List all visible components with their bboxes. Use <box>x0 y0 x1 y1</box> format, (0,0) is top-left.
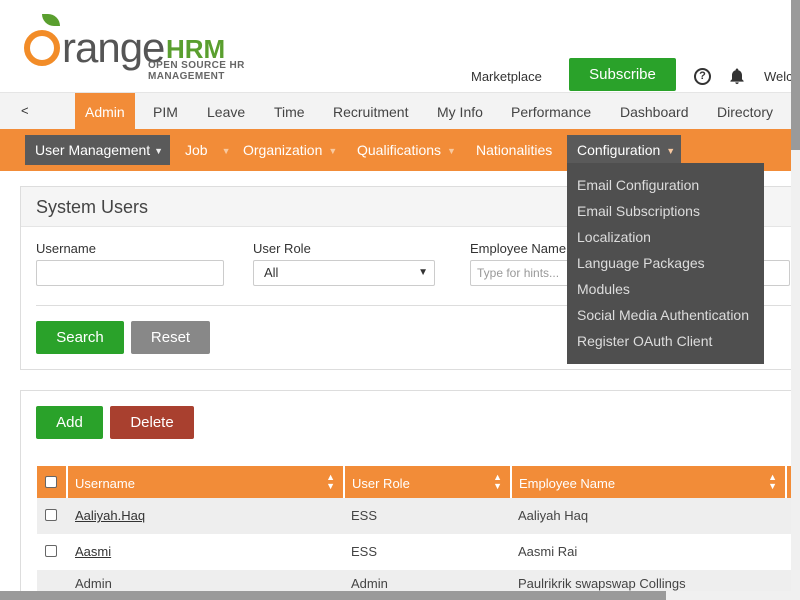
main-menu-pim[interactable]: PIM <box>143 93 188 130</box>
caret-down-icon: ▼ <box>666 146 676 157</box>
select-all-checkbox[interactable] <box>45 476 57 488</box>
chevron-down-icon: ▼ <box>418 267 428 278</box>
main-menu-time[interactable]: Time <box>264 93 315 130</box>
main-menu-directory[interactable]: Directory <box>707 93 783 130</box>
reset-button[interactable]: Reset <box>131 321 210 354</box>
main-menu-performance[interactable]: Performance <box>501 93 601 130</box>
employee-name-cell: Aaliyah Haq <box>518 508 589 523</box>
dropdown-item-modules[interactable]: Modules <box>567 276 764 302</box>
column-header-employee-name[interactable]: Employee Name ▲ ▼ <box>512 466 787 498</box>
users-result-panel: Add Delete Username ▲ ▼ User Role ▲ ▼ Empl… <box>20 390 797 600</box>
header: range HRM OPEN SOURCE HR MANAGEMENT Mark… <box>0 0 800 92</box>
add-button[interactable]: Add <box>36 406 103 439</box>
delete-button[interactable]: Delete <box>110 406 194 439</box>
orangehrm-logo[interactable]: range HRM OPEN SOURCE HR MANAGEMENT <box>24 12 314 82</box>
user-role-selected: All <box>264 265 279 280</box>
sub-menu-label: Qualifications <box>357 142 442 158</box>
column-label: User Role <box>352 476 410 491</box>
caret-down-icon: ▼ <box>328 146 338 157</box>
employee-name-cell: Aasmi Rai <box>518 544 578 559</box>
user-role-cell: ESS <box>351 508 378 523</box>
logo-tagline: OPEN SOURCE HR MANAGEMENT <box>148 60 245 82</box>
dropdown-item-email-configuration[interactable]: Email Configuration <box>567 172 764 198</box>
sub-menu-organization[interactable]: Organization ▼ <box>233 135 347 165</box>
main-menu-leave[interactable]: Leave <box>197 93 255 130</box>
sub-menu-qualifications[interactable]: Qualifications ▼ <box>347 135 466 165</box>
dropdown-item-social-media-authentication[interactable]: Social Media Authentication <box>567 302 764 328</box>
sub-menu-job[interactable]: Job ▼ <box>175 135 241 165</box>
user-role-cell: ESS <box>351 544 378 559</box>
logo-o-icon <box>24 30 60 66</box>
page-title: System Users <box>36 197 149 217</box>
column-label: Employee Name <box>519 476 616 491</box>
column-header-user-role[interactable]: User Role ▲ ▼ <box>345 466 512 498</box>
dropdown-item-language-packages[interactable]: Language Packages <box>567 250 764 276</box>
menu-scroll-left-button[interactable]: < <box>21 103 29 118</box>
logo-leaf-icon <box>42 14 60 26</box>
column-header-username[interactable]: Username ▲ ▼ <box>68 466 345 498</box>
header-select-all-cell <box>37 466 68 498</box>
caret-down-icon: ▼ <box>447 146 456 157</box>
sub-menu-nationalities[interactable]: Nationalities <box>466 135 562 165</box>
sort-icon[interactable]: ▲ ▼ <box>326 465 335 491</box>
main-menu-dashboard[interactable]: Dashboard <box>610 93 699 130</box>
user-role-select[interactable]: All ▼ <box>253 260 435 286</box>
dropdown-item-register-oauth-client[interactable]: Register OAuth Client <box>567 328 764 354</box>
table-header: Username ▲ ▼ User Role ▲ ▼ Employee Name ▲… <box>37 466 797 498</box>
vertical-scrollbar-thumb[interactable] <box>791 0 800 150</box>
main-menu: < Admin PIM Leave Time Recruitment My In… <box>0 92 800 130</box>
sort-icon[interactable]: ▲ ▼ <box>768 465 777 491</box>
sub-menu-label: Configuration <box>577 142 661 158</box>
table-row: Aasmi ESS Aasmi Rai <box>37 534 797 570</box>
main-menu-recruitment[interactable]: Recruitment <box>323 93 418 130</box>
marketplace-link[interactable]: Marketplace <box>471 69 542 84</box>
configuration-dropdown: Email Configuration Email Subscriptions … <box>567 163 764 364</box>
column-label: Username <box>75 476 135 491</box>
employee-name-label: Employee Name <box>470 241 567 256</box>
username-link[interactable]: Aasmi <box>75 534 111 570</box>
username-input[interactable] <box>36 260 224 286</box>
sub-menu-label: Organization <box>243 142 323 158</box>
dropdown-item-localization[interactable]: Localization <box>567 224 764 250</box>
sub-menu-user-management[interactable]: User Management ▼ <box>25 135 170 165</box>
bell-icon[interactable] <box>728 67 746 85</box>
search-button[interactable]: Search <box>36 321 124 354</box>
subscribe-button[interactable]: Subscribe <box>569 58 676 91</box>
dropdown-item-email-subscriptions[interactable]: Email Subscriptions <box>567 198 764 224</box>
user-role-label: User Role <box>253 241 311 256</box>
horizontal-scrollbar-track[interactable] <box>666 591 791 600</box>
caret-down-icon: ▼ <box>154 146 164 157</box>
row-checkbox[interactable] <box>45 545 57 557</box>
table-row: Aaliyah.Haq ESS Aaliyah Haq <box>37 498 797 534</box>
sub-menu-label: Job <box>185 142 208 158</box>
username-label: Username <box>36 241 96 256</box>
caret-down-icon: ▼ <box>221 146 231 157</box>
sub-menu-label: User Management <box>35 142 151 158</box>
help-icon[interactable]: ? <box>694 68 711 85</box>
main-menu-my-info[interactable]: My Info <box>427 93 493 130</box>
main-menu-admin[interactable]: Admin <box>75 93 135 130</box>
username-link[interactable]: Aaliyah.Haq <box>75 498 145 534</box>
sort-icon[interactable]: ▲ ▼ <box>493 465 502 491</box>
row-checkbox[interactable] <box>45 509 57 521</box>
